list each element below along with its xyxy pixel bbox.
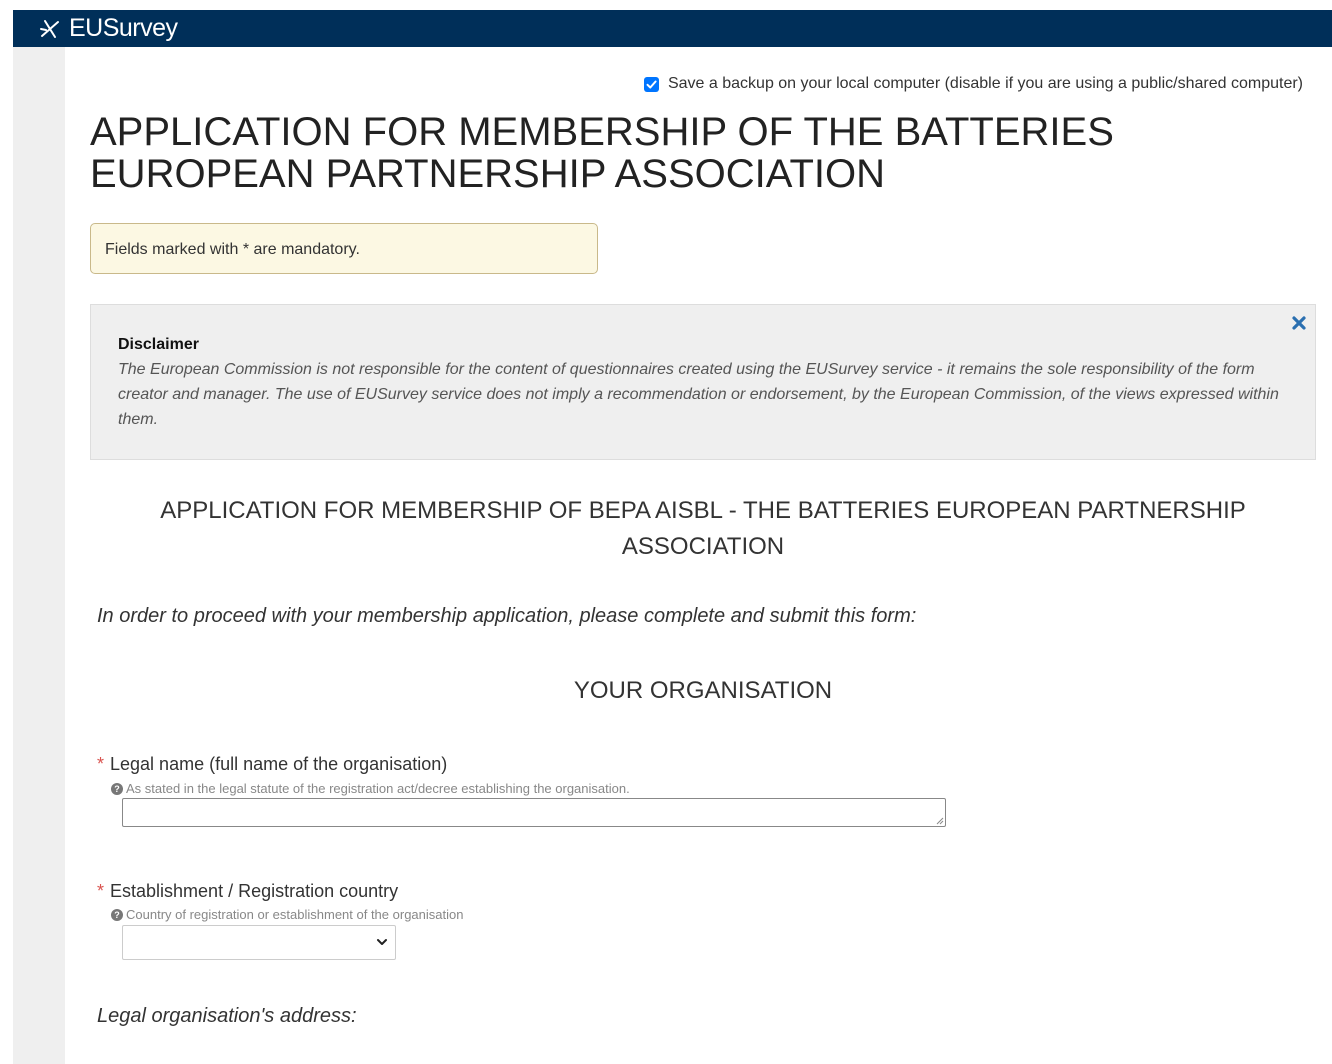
backup-label: Save a backup on your local computer (di…	[667, 75, 1303, 92]
check-icon	[646, 80, 657, 88]
chevron-down-icon	[377, 939, 387, 945]
legal-name-textarea[interactable]	[122, 798, 946, 827]
backup-checkbox[interactable]	[643, 76, 659, 92]
question-circle-icon: ?	[111, 908, 123, 921]
section-title: APPLICATION FOR MEMBERSHIP OF BEPA AISBL…	[160, 497, 1246, 560]
required-marker: *	[97, 881, 105, 901]
organisation-section-title: YOUR ORGANISATION	[573, 677, 833, 704]
close-icon[interactable]	[1291, 315, 1307, 331]
resize-grip-icon[interactable]	[935, 816, 944, 825]
eusurvey-logo-text[interactable]: EUSurvey	[69, 14, 178, 43]
country-label: * Establishment / Registration country	[97, 881, 398, 902]
country-label-text: Establishment / Registration country	[110, 881, 399, 901]
disclaimer-title: Disclaimer	[118, 336, 199, 353]
address-section-label: Legal organisation's address:	[97, 1005, 357, 1027]
backup-option[interactable]: Save a backup on your local computer (di…	[643, 75, 1303, 93]
required-marker: *	[97, 754, 105, 774]
eusurvey-star-icon	[40, 19, 59, 38]
country-help: ? Country of registration or establishme…	[111, 907, 463, 922]
legal-name-help: ? As stated in the legal statute of the …	[111, 781, 630, 796]
legal-name-help-text: As stated in the legal statute of the re…	[126, 781, 630, 796]
country-select[interactable]	[122, 925, 396, 960]
left-margin-rail	[13, 47, 65, 1064]
survey-title: APPLICATION FOR MEMBERSHIP OF THE BATTER…	[90, 110, 1114, 196]
disclaimer-box: Disclaimer The European Commission is no…	[90, 304, 1316, 460]
intro-text: In order to proceed with your membership…	[97, 605, 917, 627]
top-navigation-bar: EUSurvey	[13, 10, 1332, 47]
survey-content: Save a backup on your local computer (di…	[65, 47, 1332, 1064]
legal-name-label-text: Legal name (full name of the organisatio…	[110, 754, 448, 774]
question-circle-icon: ?	[111, 782, 123, 795]
legal-name-label: * Legal name (full name of the organisati…	[97, 754, 447, 775]
mandatory-fields-note: Fields marked with * are mandatory.	[90, 223, 598, 274]
disclaimer-text: The European Commission is not responsib…	[118, 361, 1279, 428]
country-help-text: Country of registration or establishment…	[126, 907, 464, 922]
